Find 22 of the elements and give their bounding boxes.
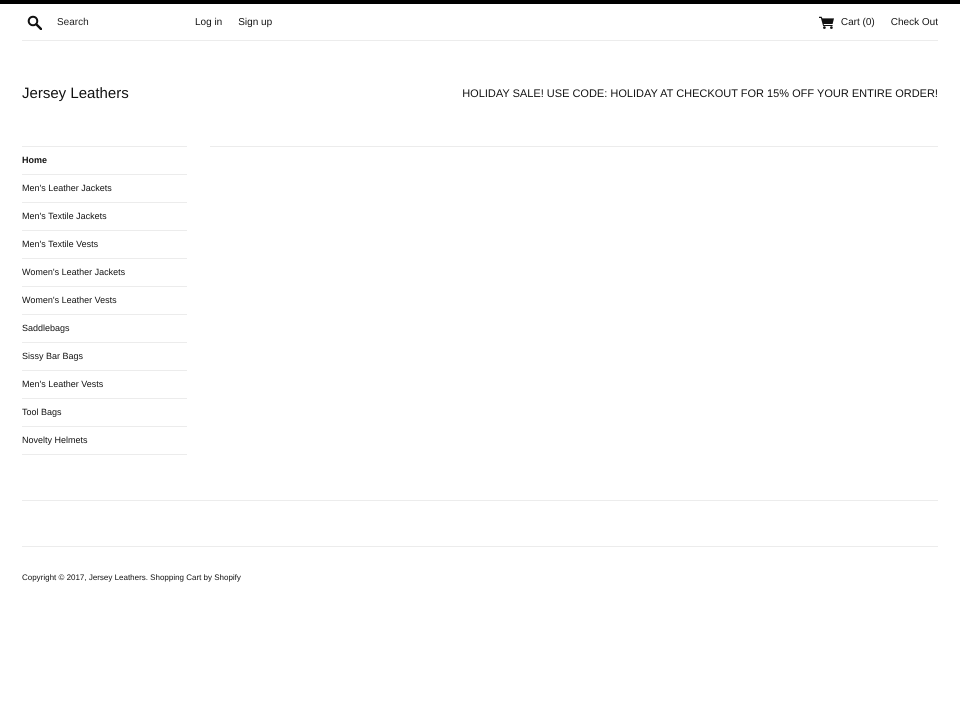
sidebar-nav-link[interactable]: Men's Textile Vests <box>22 231 187 259</box>
copyright-text: Copyright © 2017, Jersey Leathers. Shopping Cart by Shopify <box>22 573 242 582</box>
account-link[interactable]: Sign up <box>238 16 272 28</box>
sidebar-nav-link[interactable]: Novelty Helmets <box>22 427 187 455</box>
checkout-link[interactable]: Check Out <box>890 16 938 28</box>
sidebar-nav-link[interactable]: Home <box>22 147 187 175</box>
sidebar-nav-link[interactable]: Women's Leather Vests <box>22 287 187 315</box>
sidebar-nav-link[interactable]: Men's Textile Jackets <box>22 203 187 231</box>
sidebar-nav-link[interactable]: Women's Leather Jackets <box>22 259 187 287</box>
sidebar-nav-link[interactable]: Sissy Bar Bags <box>22 343 187 371</box>
cart-link[interactable]: Cart (0) <box>818 16 875 28</box>
site-title[interactable]: Jersey Leathers <box>22 85 129 102</box>
cart-icon <box>818 16 834 28</box>
sidebar-nav-link[interactable]: Saddlebags <box>22 315 187 343</box>
search-field[interactable]: Search <box>57 16 185 28</box>
account-link[interactable]: Log in <box>195 16 222 28</box>
sidebar-nav-link[interactable]: Tool Bags <box>22 399 187 427</box>
sidebar-nav-link[interactable]: Men's Leather Jackets <box>22 175 187 203</box>
search-button[interactable] <box>27 14 42 30</box>
announcement-text: HOLIDAY SALE! USE CODE: HOLIDAY AT CHECKOUT FOR 15% OFF YOUR ENTIRE ORDER! <box>462 88 938 100</box>
search-icon <box>27 14 42 30</box>
sidebar-nav-link[interactable]: Men's Leather Vests <box>22 371 187 399</box>
